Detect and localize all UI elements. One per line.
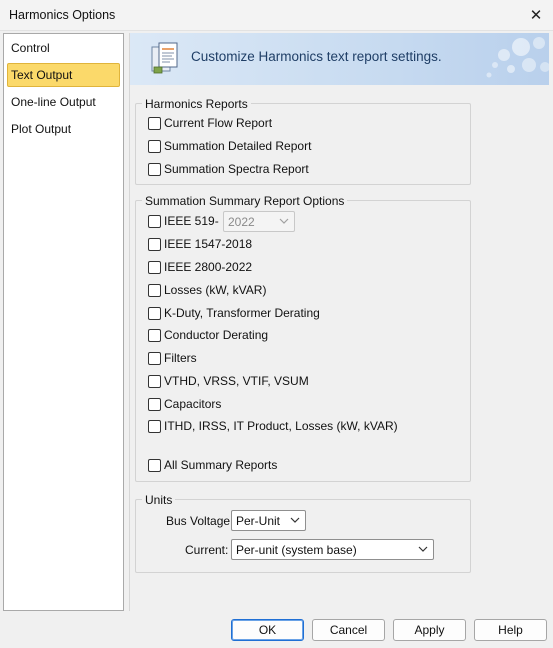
- checkbox-label: IEEE 2800-2022: [164, 260, 253, 274]
- filters-checkbox[interactable]: Filters: [148, 349, 197, 367]
- close-icon[interactable]: ✕: [523, 3, 549, 27]
- harmonics-reports-group: Harmonics Reports Current Flow Report Su…: [135, 97, 471, 185]
- checkbox-label: All Summary Reports: [164, 458, 278, 472]
- window-title: Harmonics Options: [9, 8, 116, 22]
- ieee-1547-2018-checkbox[interactable]: IEEE 1547-2018: [148, 235, 252, 253]
- checkbox-box[interactable]: [148, 162, 161, 176]
- help-button[interactable]: Help: [474, 619, 547, 641]
- checkbox-box[interactable]: [148, 374, 161, 388]
- vthd-vrss-vtif-vsum-checkbox[interactable]: VTHD, VRSS, VTIF, VSUM: [148, 372, 309, 390]
- k-duty-transformer-derating-checkbox[interactable]: K-Duty, Transformer Derating: [148, 304, 320, 322]
- checkbox-box[interactable]: [148, 397, 161, 411]
- ieee-519-checkbox[interactable]: IEEE 519-: [148, 212, 219, 230]
- panel-header-title: Customize Harmonics text report settings…: [191, 49, 442, 64]
- harmonics-reports-legend: Harmonics Reports: [142, 97, 251, 111]
- checkbox-label: IEEE 1547-2018: [164, 237, 253, 251]
- checkbox-box[interactable]: [148, 306, 161, 320]
- panel-header: Customize Harmonics text report settings…: [130, 33, 549, 85]
- checkbox-label: Capacitors: [164, 397, 222, 411]
- summation-spectra-report-checkbox[interactable]: Summation Spectra Report: [148, 160, 309, 178]
- checkbox-label: Conductor Derating: [164, 328, 269, 342]
- ok-button[interactable]: OK: [231, 619, 304, 641]
- current-dropdown[interactable]: Per-unit (system base): [231, 539, 434, 560]
- checkbox-label: VTHD, VRSS, VTIF, VSUM: [164, 374, 309, 388]
- capacitors-checkbox[interactable]: Capacitors: [148, 395, 221, 413]
- current-label: Current:: [185, 543, 229, 557]
- ieee-2800-2022-checkbox[interactable]: IEEE 2800-2022: [148, 258, 252, 276]
- checkbox-label: Summation Detailed Report: [164, 139, 312, 153]
- chevron-down-icon: [290, 517, 300, 523]
- checkbox-label: Losses (kW, kVAR): [164, 283, 267, 297]
- losses-checkbox[interactable]: Losses (kW, kVAR): [148, 281, 266, 299]
- text-output-panel: Customize Harmonics text report settings…: [129, 33, 549, 611]
- current-flow-report-checkbox[interactable]: Current Flow Report: [148, 114, 272, 132]
- all-summary-reports-checkbox[interactable]: All Summary Reports: [148, 456, 277, 474]
- ithd-irss-it-product-losses-checkbox[interactable]: ITHD, IRSS, IT Product, Losses (kW, kVAR…: [148, 417, 398, 435]
- checkbox-box[interactable]: [148, 116, 161, 130]
- bus-voltage-value: Per-Unit: [236, 513, 281, 528]
- checkbox-label: IEEE 519-: [164, 214, 219, 228]
- cancel-button[interactable]: Cancel: [312, 619, 385, 641]
- ieee-519-year-dropdown[interactable]: 2022: [223, 211, 295, 232]
- nav-item-control[interactable]: Control: [7, 36, 120, 60]
- options-nav: Control Text Output One-line Output Plot…: [3, 33, 124, 611]
- nav-item-one-line-output[interactable]: One-line Output: [7, 90, 120, 114]
- checkbox-box[interactable]: [148, 283, 161, 297]
- bus-voltage-label: Bus Voltage:: [166, 514, 234, 528]
- decorative-bubbles-icon: [486, 37, 549, 78]
- ieee-519-year-value: 2022: [228, 214, 255, 229]
- nav-item-plot-output[interactable]: Plot Output: [7, 117, 120, 141]
- summary-report-options-group: Summation Summary Report Options IEEE 51…: [135, 194, 471, 482]
- checkbox-box[interactable]: [148, 214, 161, 228]
- chevron-down-icon: [418, 546, 428, 552]
- summary-report-options-legend: Summation Summary Report Options: [142, 194, 348, 208]
- checkbox-label: K-Duty, Transformer Derating: [164, 306, 320, 320]
- checkbox-box[interactable]: [148, 260, 161, 274]
- checkbox-box[interactable]: [148, 419, 161, 433]
- checkbox-label: Summation Spectra Report: [164, 162, 309, 176]
- conductor-derating-checkbox[interactable]: Conductor Derating: [148, 326, 268, 344]
- report-settings-icon: [151, 42, 178, 74]
- title-bar: Harmonics Options ✕: [0, 0, 553, 31]
- apply-button[interactable]: Apply: [393, 619, 466, 641]
- checkbox-box[interactable]: [148, 351, 161, 365]
- summation-detailed-report-checkbox[interactable]: Summation Detailed Report: [148, 137, 311, 155]
- nav-item-text-output[interactable]: Text Output: [7, 63, 120, 87]
- current-value: Per-unit (system base): [236, 542, 357, 557]
- chevron-down-icon: [279, 218, 289, 224]
- checkbox-box[interactable]: [148, 458, 161, 472]
- checkbox-box[interactable]: [148, 139, 161, 153]
- checkbox-label: ITHD, IRSS, IT Product, Losses (kW, kVAR…: [164, 419, 398, 433]
- checkbox-box[interactable]: [148, 237, 161, 251]
- dialog-footer: OK Cancel Apply Help: [0, 613, 553, 648]
- units-group: Units Bus Voltage: Per-Unit Current: Per…: [135, 493, 471, 573]
- checkbox-box[interactable]: [148, 328, 161, 342]
- checkbox-label: Filters: [164, 351, 197, 365]
- bus-voltage-dropdown[interactable]: Per-Unit: [231, 510, 306, 531]
- checkbox-label: Current Flow Report: [164, 116, 273, 130]
- units-legend: Units: [142, 493, 176, 507]
